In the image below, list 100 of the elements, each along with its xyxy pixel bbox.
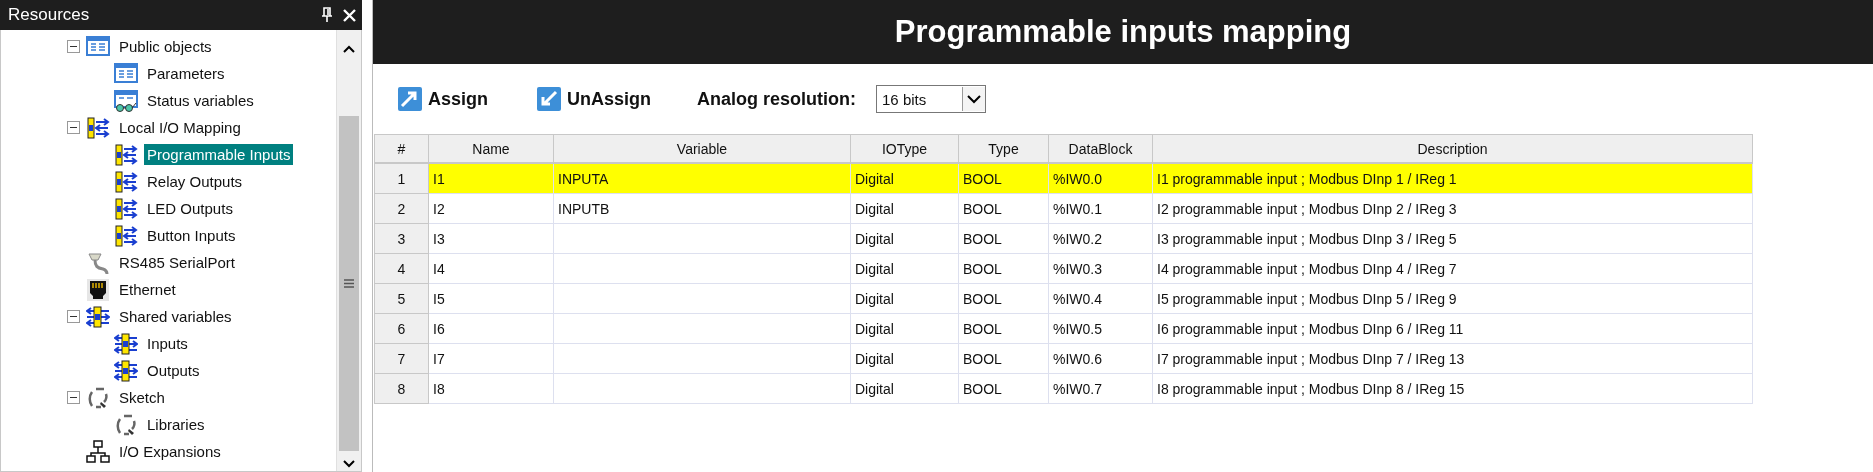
table-cell: BOOL (958, 163, 1049, 194)
assign-button[interactable]: Assign (395, 84, 490, 114)
scrollbar-thumb[interactable] (339, 116, 359, 451)
row-number: 6 (374, 313, 429, 344)
assign-icon (397, 86, 423, 112)
tree-item[interactable]: LED Outputs (144, 198, 236, 219)
table-cell: I1 programmable input ; Modbus DInp 1 / IReg 1 (1152, 163, 1753, 194)
table-cell: Digital (850, 373, 959, 404)
column-header[interactable]: # (374, 134, 429, 163)
table-row[interactable]: 1 I1 INPUTA Digital BOOL %IW0.0 I1 programmable input ; Modbus DInp 1 / IReg 1 (374, 163, 1753, 194)
tree-item[interactable]: Ethernet (116, 279, 179, 300)
arrows-grid-icon (114, 331, 138, 356)
table-cell: I6 (428, 313, 554, 344)
arrows-grid-icon (86, 115, 110, 140)
table-cell: BOOL (958, 253, 1049, 284)
network-icon (86, 439, 110, 464)
table-cell: Digital (850, 193, 959, 224)
table-cell: BOOL (958, 223, 1049, 254)
table-glasses-icon (114, 88, 138, 113)
table-row[interactable]: 4 I4 Digital BOOL %IW0.3 I4 programmable input ; Modbus DInp 4 / IReg 7 (374, 253, 1753, 284)
resolution-label: Analog resolution: (697, 88, 857, 110)
table-cell: BOOL (958, 313, 1049, 344)
table-row[interactable]: 8 I8 Digital BOOL %IW0.7 I8 programmable input ; Modbus DInp 8 / IReg 15 (374, 373, 1753, 404)
cable-icon (86, 250, 110, 275)
table-cell: I7 programmable input ; Modbus DInp 7 / IReg 13 (1152, 343, 1753, 374)
tree-item[interactable]: Button Inputs (144, 225, 239, 246)
table-cell: BOOL (958, 283, 1049, 314)
column-header[interactable]: Description (1152, 134, 1753, 163)
resolution-dropdown[interactable]: 16 bits (876, 85, 987, 113)
close-icon[interactable] (343, 8, 356, 22)
table-row[interactable]: 6 I6 Digital BOOL %IW0.5 I6 programmable input ; Modbus DInp 6 / IReg 11 (374, 313, 1753, 344)
table-cell: Digital (850, 223, 959, 254)
table-cell: INPUTA (553, 163, 851, 194)
row-number: 1 (374, 163, 429, 194)
expander-toggle[interactable] (67, 121, 80, 134)
tree-item[interactable]: Status variables (144, 90, 257, 111)
tree-item[interactable]: Outputs (144, 360, 203, 381)
row-number: 4 (374, 253, 429, 284)
tree-item[interactable]: Parameters (144, 63, 228, 84)
tree-item[interactable]: Inputs (144, 333, 191, 354)
tree-item[interactable]: Programmable Inputs (144, 144, 294, 165)
row-number: 3 (374, 223, 429, 254)
column-header[interactable]: IOType (850, 134, 959, 163)
table-cell: %IW0.3 (1048, 253, 1153, 284)
table-cell: I7 (428, 343, 554, 374)
arrows-grid-icon (114, 142, 138, 167)
expander-toggle[interactable] (67, 40, 80, 53)
table-cell: INPUTB (553, 193, 851, 224)
table-cell: %IW0.7 (1048, 373, 1153, 404)
table-cell: I3 (428, 223, 554, 254)
table-cell: Digital (850, 283, 959, 314)
table-row[interactable]: 7 I7 Digital BOOL %IW0.6 I7 programmable input ; Modbus DInp 7 / IReg 13 (374, 343, 1753, 374)
row-number: 8 (374, 373, 429, 404)
arrows-grid-icon (114, 358, 138, 383)
column-header[interactable]: Variable (553, 134, 851, 163)
table-row[interactable]: 2 I2 INPUTB Digital BOOL %IW0.1 I2 programmable input ; Modbus DInp 2 / IReg 3 (374, 193, 1753, 224)
unassign-button[interactable]: UnAssign (534, 84, 654, 114)
ethernet-port-icon (86, 277, 110, 302)
table-cell: I3 programmable input ; Modbus DInp 3 / IReg 5 (1152, 223, 1753, 254)
tree-item[interactable]: Libraries (144, 414, 208, 435)
table-icon (86, 34, 110, 59)
column-header[interactable]: Name (428, 134, 554, 163)
arrows-grid-icon (86, 304, 110, 329)
scroll-down-icon[interactable] (342, 459, 356, 469)
row-number: 2 (374, 193, 429, 224)
table-cell: I8 programmable input ; Modbus DInp 8 / IReg 15 (1152, 373, 1753, 404)
tree-item[interactable]: Shared variables (116, 306, 235, 327)
table-cell: I2 (428, 193, 554, 224)
caret-icon (967, 94, 982, 104)
tree-item[interactable]: I/O Expansions (116, 441, 224, 462)
column-header[interactable]: DataBlock (1048, 134, 1153, 163)
tree-item[interactable]: Sketch (116, 387, 168, 408)
panel-title: Resources (8, 5, 91, 25)
column-header[interactable]: Type (958, 134, 1049, 163)
table-cell: %IW0.6 (1048, 343, 1153, 374)
row-number: 7 (374, 343, 429, 374)
tree-item[interactable]: Local I/O Mapping (116, 117, 244, 138)
table-cell: %IW0.2 (1048, 223, 1153, 254)
table-cell: I2 programmable input ; Modbus DInp 2 / IReg 3 (1152, 193, 1753, 224)
table-row[interactable]: 3 I3 Digital BOOL %IW0.2 I3 programmable input ; Modbus DInp 3 / IReg 5 (374, 223, 1753, 254)
table-cell: %IW0.4 (1048, 283, 1153, 314)
row-number: 5 (374, 283, 429, 314)
tree-item[interactable]: Public objects (116, 36, 215, 57)
arrows-grid-icon (114, 196, 138, 221)
expander-toggle[interactable] (67, 310, 80, 323)
table-cell: I5 (428, 283, 554, 314)
table-cell: Digital (850, 343, 959, 374)
table-cell: I6 programmable input ; Modbus DInp 6 / IReg 11 (1152, 313, 1753, 344)
table-cell: %IW0.0 (1048, 163, 1153, 194)
tree-item[interactable]: Relay Outputs (144, 171, 246, 192)
table-cell: I8 (428, 373, 554, 404)
table-cell: I5 programmable input ; Modbus DInp 5 / IReg 9 (1152, 283, 1753, 314)
arrows-grid-icon (114, 169, 138, 194)
table-row[interactable]: 5 I5 Digital BOOL %IW0.4 I5 programmable input ; Modbus DInp 5 / IReg 9 (374, 283, 1753, 314)
table-cell: %IW0.5 (1048, 313, 1153, 344)
tree-item[interactable]: RS485 SerialPort (116, 252, 238, 273)
table-cell: BOOL (958, 373, 1049, 404)
pin-icon[interactable] (321, 7, 333, 23)
expander-toggle[interactable] (67, 391, 80, 404)
unassign-icon (536, 86, 562, 112)
